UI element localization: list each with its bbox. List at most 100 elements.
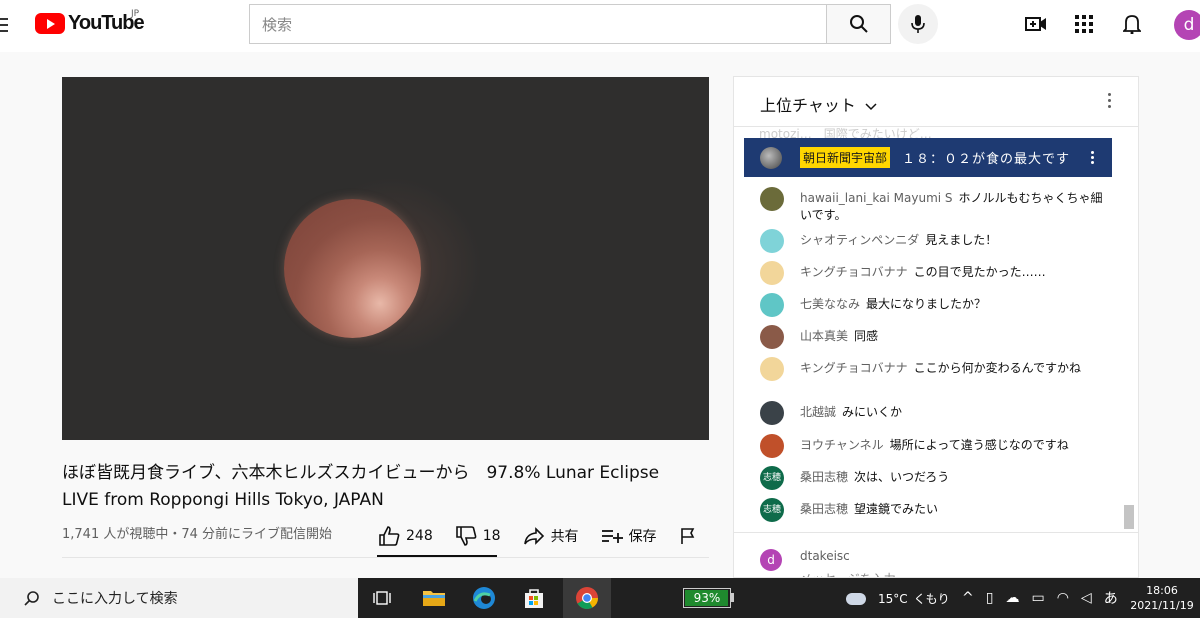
chat-author: キングチョコバナナ (800, 361, 908, 375)
flag-icon (680, 528, 694, 544)
voice-search-button[interactable] (898, 4, 938, 44)
chat-author: 桑田志穂 (800, 470, 849, 484)
chat-author: キングチョコバナナ (800, 265, 908, 279)
chat-text: 同感 (854, 329, 879, 343)
task-view-button[interactable] (368, 584, 396, 612)
chat-message: 志穂 桑田志穂 次は、いつだろう (760, 466, 1105, 490)
user-avatar (760, 293, 784, 317)
chat-message: キングチョコバナナ この目で見たかった…… (760, 261, 1105, 285)
search-placeholder: 検索 (262, 15, 293, 34)
search-icon (24, 591, 39, 606)
chat-message: hawaii_lani_kai Mayumi S ホノルルもむちゃくちゃ細いです。 (760, 187, 1105, 224)
video-title-line1: ほぼ皆既月食ライブ、六本木ヒルズスカイビューから 97.8% Lunar Ecl… (62, 463, 660, 483)
chat-message: シャオティンペンニダ 見えました！ (760, 229, 1105, 253)
youtube-logo[interactable]: YouTube (35, 12, 145, 35)
thumbs-up-icon (379, 526, 400, 546)
cloud-sync-icon[interactable]: ☁ (1005, 590, 1019, 606)
notifications-button[interactable] (1120, 12, 1144, 36)
user-avatar (760, 401, 784, 425)
chrome-button[interactable] (573, 584, 601, 612)
chat-text: ここから何か変わるんですかね (913, 361, 1082, 375)
user-avatar (760, 434, 784, 458)
chat-scrollbar[interactable] (1124, 505, 1134, 529)
microphone-icon (911, 15, 925, 33)
share-button[interactable]: 共有 (523, 526, 579, 546)
save-button[interactable]: 保存 (601, 526, 657, 546)
temperature: 15°C (878, 591, 908, 606)
volume-icon[interactable]: ◁ (1081, 590, 1092, 606)
chevron-down-icon (865, 103, 877, 111)
live-chat-panel: 上位チャット motozi… 国際でみたいけど… 朝日新聞宇宙部 １８：０２が食… (733, 76, 1139, 578)
chat-message-input[interactable]: メッセージを入力... (800, 570, 907, 577)
system-clock[interactable]: 18:06 2021/11/19 (1124, 583, 1200, 613)
pinned-avatar (760, 146, 782, 169)
chat-message: キングチョコバナナ ここから何か変わるんですかね (760, 357, 1105, 381)
chat-text: 望遠鏡でみたい (854, 502, 939, 516)
video-meta: 1,741 人が視聴中・74 分前にライブ配信開始 (62, 527, 333, 542)
file-explorer-button[interactable] (420, 584, 448, 612)
like-button[interactable]: 248 (378, 526, 433, 546)
wifi-icon[interactable]: ◠ (1057, 590, 1069, 606)
chat-author: シャオティンペンニダ (800, 233, 920, 247)
chat-message: ヨウチャンネル 場所によって違う感じなのですね (760, 434, 1105, 458)
user-avatar: 志穂 (760, 466, 784, 490)
battery-indicator[interactable]: 93% (683, 588, 731, 608)
chat-message: 北越誠 みにいくか (760, 401, 1105, 425)
battery-percent: 93% (693, 591, 721, 605)
chat-mode-dropdown[interactable]: 上位チャット (760, 92, 877, 116)
weather-text: くもり (913, 592, 950, 606)
user-avatar (760, 261, 784, 285)
chat-author: 七美ななみ (800, 297, 861, 311)
search-button[interactable] (826, 4, 891, 44)
user-avatar (760, 325, 784, 349)
playlist-add-icon (601, 530, 623, 543)
battery-tray-icon[interactable]: ▭ (1031, 590, 1044, 606)
taskbar-search[interactable]: ここに入力して検索 (0, 578, 358, 618)
clock-date: 2021/11/19 (1130, 599, 1194, 612)
video-title: ほぼ皆既月食ライブ、六本木ヒルズスカイビューから 97.8% Lunar Ecl… (62, 460, 712, 514)
weather-widget[interactable]: 15°C くもり (846, 590, 950, 607)
taskbar-search-text: ここに入力して検索 (52, 591, 178, 607)
user-avatar: 志穂 (760, 498, 784, 522)
thumbs-down-icon (455, 526, 477, 546)
battery-nub (731, 593, 734, 602)
current-user-name: dtakeisc (800, 549, 850, 563)
create-video-button[interactable] (1024, 12, 1048, 36)
cloud-icon (846, 592, 866, 605)
pinned-message-text: １８：０２が食の最大です (902, 152, 1071, 167)
menu-icon[interactable] (0, 14, 8, 34)
chat-author: ヨウチャンネル (800, 438, 884, 452)
chat-text: 最大になりましたか？ (866, 297, 987, 311)
eclipsed-moon (284, 199, 421, 338)
top-bar: YouTube JP 検索 d (0, 0, 1200, 52)
account-avatar[interactable]: d (1174, 10, 1200, 40)
video-actions: 248 18 共有 保存 (378, 524, 725, 548)
show-hidden-icons-chevron-icon[interactable]: ^ (962, 590, 974, 606)
edge-browser-button[interactable] (470, 584, 498, 612)
apps-button[interactable] (1072, 12, 1096, 36)
bell-icon (1123, 15, 1141, 34)
store-button[interactable] (520, 584, 548, 612)
pinned-message[interactable]: 朝日新聞宇宙部 １８：０２が食の最大です (744, 138, 1112, 177)
apps-grid-icon (1075, 15, 1093, 33)
ime-mode[interactable]: あ (1104, 588, 1118, 608)
current-user-avatar: d (760, 549, 782, 571)
search-icon (849, 15, 868, 33)
pinned-more-icon[interactable] (1091, 151, 1094, 166)
chat-author: 桑田志穂 (800, 502, 849, 516)
video-add-icon (1025, 17, 1046, 31)
video-player[interactable] (62, 77, 709, 440)
chrome-icon (576, 587, 598, 609)
divider (62, 557, 709, 558)
share-label: 共有 (550, 529, 579, 545)
report-button[interactable] (679, 527, 703, 545)
dislike-button[interactable]: 18 (455, 526, 501, 546)
chat-author: hawaii_lani_kai Mayumi S (800, 191, 953, 205)
store-icon (525, 589, 543, 608)
region-label: JP (131, 9, 140, 19)
search-input[interactable]: 検索 (249, 4, 827, 44)
tray-app-icon[interactable]: ▯ (986, 590, 994, 606)
chat-more-icon[interactable] (1108, 93, 1112, 111)
chat-text: この目で見たかった…… (913, 265, 1046, 279)
chat-author: 山本真美 (800, 329, 849, 343)
